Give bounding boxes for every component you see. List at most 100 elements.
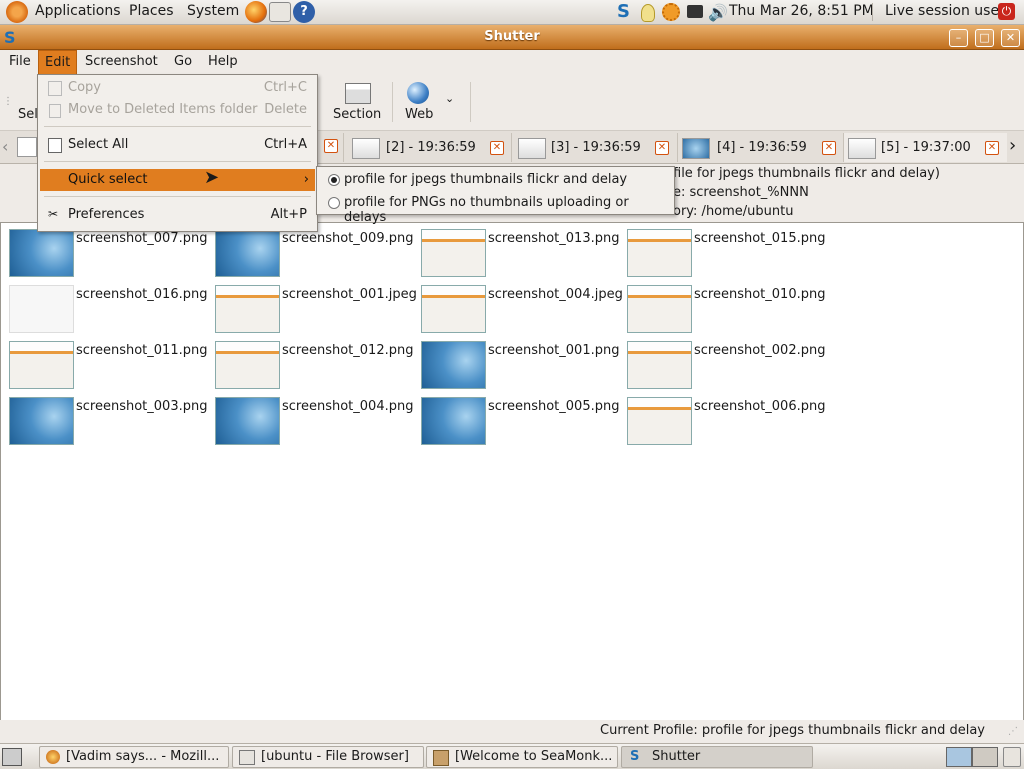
help-icon[interactable]: ?	[293, 1, 315, 23]
workspace-2[interactable]	[972, 747, 998, 767]
shutter-tray-icon[interactable]: S	[617, 2, 635, 22]
tab-scroll-left-icon[interactable]: ‹	[2, 137, 8, 156]
file-item[interactable]: screenshot_011.png	[9, 341, 214, 391]
tab-close-button[interactable]: ✕	[985, 141, 999, 155]
network-icon[interactable]	[687, 5, 703, 18]
firefox-icon[interactable]	[245, 1, 267, 23]
file-item[interactable]: screenshot_012.png	[215, 341, 420, 391]
file-thumbnail	[9, 285, 74, 333]
menu-item-preferences[interactable]: ✂ Preferences Alt+P	[40, 204, 315, 226]
file-item[interactable]: screenshot_016.png	[9, 285, 214, 335]
file-name: screenshot_002.png	[694, 343, 826, 358]
menu-file[interactable]: File	[9, 54, 31, 69]
taskbar-item-mozilla[interactable]: [Vadim says... - Mozill...	[39, 746, 229, 768]
toolbar-separator-2	[470, 82, 471, 122]
menu-item-label: Copy	[68, 80, 101, 95]
file-thumbnail	[627, 285, 692, 333]
file-item[interactable]: screenshot_007.png	[9, 229, 214, 279]
file-item[interactable]: screenshot_010.png	[627, 285, 832, 335]
taskbar-item-shutter[interactable]: S Shutter	[621, 746, 813, 768]
menu-screenshot[interactable]: Screenshot	[85, 54, 158, 69]
menubar: File Edit Screenshot Go Help	[0, 50, 1024, 75]
file-thumbnail	[627, 341, 692, 389]
section-button[interactable]: Section	[333, 107, 381, 122]
file-item[interactable]: screenshot_001.jpeg	[215, 285, 420, 335]
maximize-button[interactable]: □	[975, 29, 994, 47]
tab-session-icon[interactable]	[17, 137, 37, 157]
power-icon[interactable]: ⏻	[998, 3, 1015, 20]
menu-item-select-all[interactable]: Select All Ctrl+A	[40, 134, 315, 156]
ubuntu-logo-icon[interactable]	[6, 1, 28, 23]
file-item[interactable]: screenshot_001.png	[421, 341, 626, 391]
tab-close-button[interactable]: ✕	[490, 141, 504, 155]
tab-close-button[interactable]: ✕	[324, 139, 338, 153]
file-thumbnail	[421, 397, 486, 445]
mail-icon[interactable]	[269, 2, 291, 22]
menu-edit[interactable]: Edit	[38, 50, 78, 75]
menu-separator	[44, 161, 311, 162]
update-gear-icon[interactable]	[662, 3, 680, 21]
file-name: screenshot_011.png	[76, 343, 208, 358]
trash-icon[interactable]	[1003, 747, 1021, 767]
close-button[interactable]: ✕	[1001, 29, 1020, 47]
menu-item-move-to-deleted[interactable]: Move to Deleted Items folder Delete	[40, 99, 315, 121]
volume-icon[interactable]: 🔊	[708, 3, 728, 22]
tab-2[interactable]: [2] - 19:36:59 ✕	[343, 133, 512, 162]
file-item[interactable]: screenshot_013.png	[421, 229, 626, 279]
file-thumbnail	[421, 229, 486, 277]
file-name: screenshot_004.png	[282, 399, 414, 414]
file-item[interactable]: screenshot_002.png	[627, 341, 832, 391]
quick-select-item-jpegs[interactable]: profile for jpegs thumbnails flickr and …	[319, 169, 672, 190]
minimize-button[interactable]: –	[949, 29, 968, 47]
info-directory: ory: /home/ubuntu	[673, 204, 794, 219]
file-item[interactable]: screenshot_006.png	[627, 397, 832, 447]
menu-help[interactable]: Help	[208, 54, 238, 69]
quick-select-item-pngs[interactable]: profile for PNGs no thumbnails uploading…	[319, 192, 672, 225]
window-title: Shutter	[484, 29, 540, 44]
file-item[interactable]: screenshot_004.png	[215, 397, 420, 447]
window-titlebar[interactable]: S Shutter – □ ✕	[0, 25, 1024, 50]
tab-4[interactable]: [4] - 19:36:59 ✕	[677, 133, 844, 162]
file-thumbnail	[421, 341, 486, 389]
taskbar-item-file-browser[interactable]: [ubuntu - File Browser]	[232, 746, 424, 768]
web-button[interactable]: Web	[405, 107, 433, 122]
menu-go[interactable]: Go	[174, 54, 192, 69]
info-filename: e: screenshot_%NNN	[673, 185, 809, 200]
tab-scroll-right-icon[interactable]: ›	[1009, 135, 1016, 156]
file-item[interactable]: screenshot_003.png	[9, 397, 214, 447]
selection-button-label[interactable]: Sel	[18, 107, 38, 122]
clock[interactable]: Thu Mar 26, 8:51 PM	[729, 3, 874, 19]
quick-select-label: profile for PNGs no thumbnails uploading…	[344, 195, 629, 225]
section-icon	[345, 83, 371, 104]
session-user[interactable]: Live session user	[885, 3, 1005, 19]
workspace-1[interactable]	[946, 747, 972, 767]
quick-select-label: profile for jpegs thumbnails flickr and …	[344, 172, 628, 187]
seamonkey-app-icon	[433, 750, 449, 766]
file-item[interactable]: screenshot_015.png	[627, 229, 832, 279]
file-thumbnail	[627, 397, 692, 445]
file-thumbnail	[215, 229, 280, 277]
tab-thumbnail	[518, 138, 546, 159]
tab-close-button[interactable]: ✕	[655, 141, 669, 155]
menu-separator	[44, 196, 311, 197]
tab-3[interactable]: [3] - 19:36:59 ✕	[511, 133, 678, 162]
file-item[interactable]: screenshot_004.jpeg	[421, 285, 626, 335]
file-item[interactable]: screenshot_005.png	[421, 397, 626, 447]
system-menu[interactable]: System	[187, 3, 239, 19]
show-desktop-icon[interactable]	[2, 748, 22, 766]
menu-item-label: Quick select	[68, 172, 148, 187]
status-text: Current Profile: profile for jpegs thumb…	[600, 723, 986, 738]
menu-item-quick-select[interactable]: Quick select ›	[40, 169, 315, 191]
file-name: screenshot_003.png	[76, 399, 208, 414]
menu-item-copy[interactable]: Copy Ctrl+C	[40, 77, 315, 99]
bulb-icon[interactable]	[641, 4, 655, 22]
tab-5[interactable]: [5] - 19:37:00 ✕	[843, 133, 1007, 162]
web-dropdown-chevron-icon[interactable]: ⌄	[445, 92, 454, 105]
taskbar-item-seamonkey[interactable]: [Welcome to SeaMonk...	[426, 746, 618, 768]
places-menu[interactable]: Places	[129, 3, 174, 19]
applications-menu[interactable]: Applications	[35, 3, 121, 19]
resize-grip-icon[interactable]: ⋰	[1008, 726, 1018, 737]
file-item[interactable]: screenshot_009.png	[215, 229, 420, 279]
tab-close-button[interactable]: ✕	[822, 141, 836, 155]
copy-icon	[48, 81, 62, 96]
